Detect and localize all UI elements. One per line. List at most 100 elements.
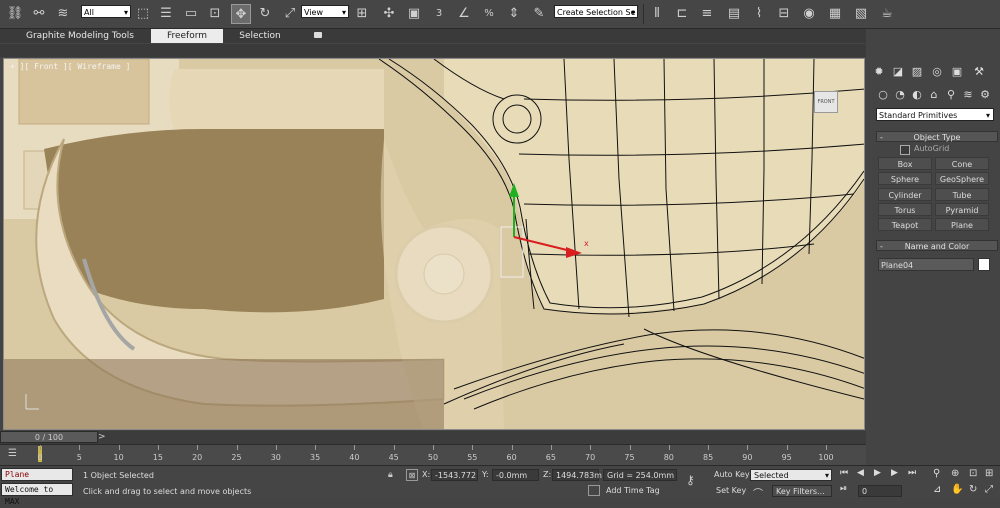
set-key-button[interactable]: Set Key (716, 485, 746, 497)
pan-icon[interactable]: ✋ (951, 484, 963, 495)
spinner-snap-icon[interactable]: ⇕ (505, 4, 523, 22)
category-dropdown[interactable]: Standard Primitives ▾ (876, 108, 994, 121)
shapes-icon[interactable]: ◔ (893, 87, 907, 101)
render-production-icon[interactable]: ☕ (878, 4, 896, 22)
zoom-extents-icon[interactable]: ⊡ (969, 468, 977, 479)
y-coordinate-field[interactable]: -0.0mm (492, 469, 539, 481)
geosphere-button[interactable]: GeoSphere (935, 172, 989, 185)
maximize-viewport-icon[interactable]: ⤢ (985, 484, 993, 495)
absolute-mode-icon[interactable]: ⊠ (406, 469, 418, 481)
script-listener-line1[interactable]: Plane realWorl (1, 468, 73, 491)
graphite-toggle-icon[interactable]: ▤ (725, 4, 743, 22)
rendered-frame-icon[interactable]: ▧ (852, 4, 870, 22)
plane-button[interactable]: Plane (935, 218, 989, 231)
time-next-icon[interactable]: > (98, 431, 110, 443)
time-tag-icon[interactable] (588, 485, 600, 496)
object-color-swatch[interactable] (978, 258, 990, 271)
track-bar[interactable]: ☰ 0 5 10 15 20 25 30 35 40 45 50 55 60 65 70 75 80 85 90 95… (0, 444, 866, 465)
pyramid-button[interactable]: Pyramid (935, 203, 989, 216)
viewport-label[interactable]: + ][ Front ][ Wireframe ] (10, 62, 130, 71)
rect-selection-icon[interactable]: ▭ (182, 4, 200, 22)
orbit-icon[interactable]: ↻ (969, 484, 977, 495)
object-name-input[interactable]: Plane04 (878, 258, 974, 271)
scale-icon[interactable]: ⤢ (281, 4, 299, 22)
autogrid-checkbox[interactable] (900, 145, 910, 155)
z-coordinate-field[interactable]: 1494.783m (552, 469, 602, 481)
layer-manager-icon[interactable]: ≡ (698, 4, 716, 22)
key-mode-dropdown[interactable]: Selected ▾ (750, 469, 832, 481)
zoom-icon[interactable]: ⚲ (933, 468, 940, 479)
snaps-toggle-icon[interactable]: 3 (430, 4, 448, 22)
named-selection-dropdown[interactable]: Create Selection Se (554, 5, 638, 19)
undo-link-icon[interactable]: ⛓ (6, 4, 24, 22)
motion-tab-icon[interactable]: ◎ (930, 64, 944, 78)
zoom-extents-all-icon[interactable]: ⊞ (985, 468, 993, 479)
display-tab-icon[interactable]: ▣ (950, 64, 964, 78)
tube-button[interactable]: Tube (935, 188, 989, 201)
name-color-rollout-title[interactable]: - Name and Color (876, 240, 998, 251)
key-filters-button[interactable]: Key Filters... (772, 485, 832, 497)
lock-icon[interactable]: 🔒︎ (388, 470, 393, 480)
next-frame-icon[interactable]: ▶ (891, 468, 898, 478)
cone-button[interactable]: Cone (935, 157, 989, 170)
utilities-tab-icon[interactable]: ⚒ (972, 64, 986, 78)
select-by-name-icon[interactable]: ☰ (157, 4, 175, 22)
zoom-all-icon[interactable]: ⊕ (951, 468, 959, 479)
render-setup-icon[interactable]: ▦ (826, 4, 844, 22)
geometry-icon[interactable]: ○ (876, 87, 890, 101)
curve-editor-icon[interactable]: ⌇ (750, 4, 768, 22)
add-time-tag[interactable]: Add Time Tag (606, 485, 660, 497)
percent-snap-icon[interactable]: % (480, 4, 498, 22)
prev-frame-icon[interactable]: ◀ (857, 468, 864, 478)
teapot-button[interactable]: Teapot (878, 218, 932, 231)
tab-selection[interactable]: Selection (231, 29, 289, 43)
field-of-view-icon[interactable]: ⊿ (933, 484, 941, 495)
pivot-center-icon[interactable]: ⊞ (353, 4, 371, 22)
goto-start-icon[interactable]: ⏮ (840, 468, 848, 478)
selection-filter-dropdown[interactable]: All (81, 5, 131, 19)
object-type-rollout-title[interactable]: - Object Type (876, 131, 998, 142)
goto-end-icon[interactable]: ⏭ (908, 468, 916, 478)
cameras-icon[interactable]: ⌂ (927, 87, 941, 101)
lights-icon[interactable]: ◐ (910, 87, 924, 101)
time-slider[interactable]: 0 / 100 (0, 431, 98, 443)
align-icon[interactable]: ⊏ (673, 4, 691, 22)
schematic-view-icon[interactable]: ⊟ (775, 4, 793, 22)
box-button[interactable]: Box (878, 157, 932, 170)
create-tab-icon[interactable]: ✹ (872, 64, 886, 78)
key-mode-toggle-icon[interactable]: ⏯ (840, 484, 847, 494)
select-object-icon[interactable]: ⬚ (134, 4, 152, 22)
mirror-icon[interactable]: ⫴ (648, 4, 666, 22)
unlink-icon[interactable]: ⚯ (30, 4, 48, 22)
auto-key-button[interactable]: Auto Key (714, 469, 750, 481)
tab-freeform[interactable]: Freeform (151, 29, 223, 43)
ribbon-minimize-icon[interactable] (314, 32, 322, 38)
tab-graphite-modeling-tools[interactable]: Graphite Modeling Tools (18, 29, 142, 43)
window-crossing-icon[interactable]: ⊡ (206, 4, 224, 22)
manipulate-icon[interactable]: ✣ (380, 4, 398, 22)
hierarchy-tab-icon[interactable]: ▨ (910, 64, 924, 78)
torus-button[interactable]: Torus (878, 203, 932, 216)
modify-tab-icon[interactable]: ◪ (891, 64, 905, 78)
move-icon[interactable]: ✥ (231, 4, 251, 24)
viewcube[interactable]: FRONT (814, 91, 838, 113)
default-in-out-tangent-icon[interactable]: ⌒ (753, 485, 763, 500)
current-frame-field[interactable]: 0 (858, 485, 902, 497)
systems-icon[interactable]: ⚙ (978, 87, 992, 101)
material-editor-icon[interactable]: ◉ (800, 4, 818, 22)
viewport-front[interactable]: x + ][ Front ][ Wireframe ] FRONT (3, 58, 865, 430)
play-icon[interactable]: ▶ (874, 468, 881, 478)
script-listener-line2[interactable]: Welcome to MAX (1, 483, 73, 506)
reference-coordinate-dropdown[interactable]: View (301, 5, 349, 19)
spacewarps-icon[interactable]: ≋ (961, 87, 975, 101)
rotate-icon[interactable]: ↻ (256, 4, 274, 22)
keyboard-shortcut-icon[interactable]: ▣ (405, 4, 423, 22)
key-icon[interactable]: ⚷ (686, 473, 695, 487)
cylinder-button[interactable]: Cylinder (878, 188, 932, 201)
angle-snap-icon[interactable]: ∠ (455, 4, 473, 22)
edit-named-selection-icon[interactable]: ✎ (530, 4, 548, 22)
x-coordinate-field[interactable]: -1543.772 (431, 469, 478, 481)
helpers-icon[interactable]: ⚲ (944, 87, 958, 101)
sphere-button[interactable]: Sphere (878, 172, 932, 185)
bind-space-warp-icon[interactable]: ≋ (54, 4, 72, 22)
